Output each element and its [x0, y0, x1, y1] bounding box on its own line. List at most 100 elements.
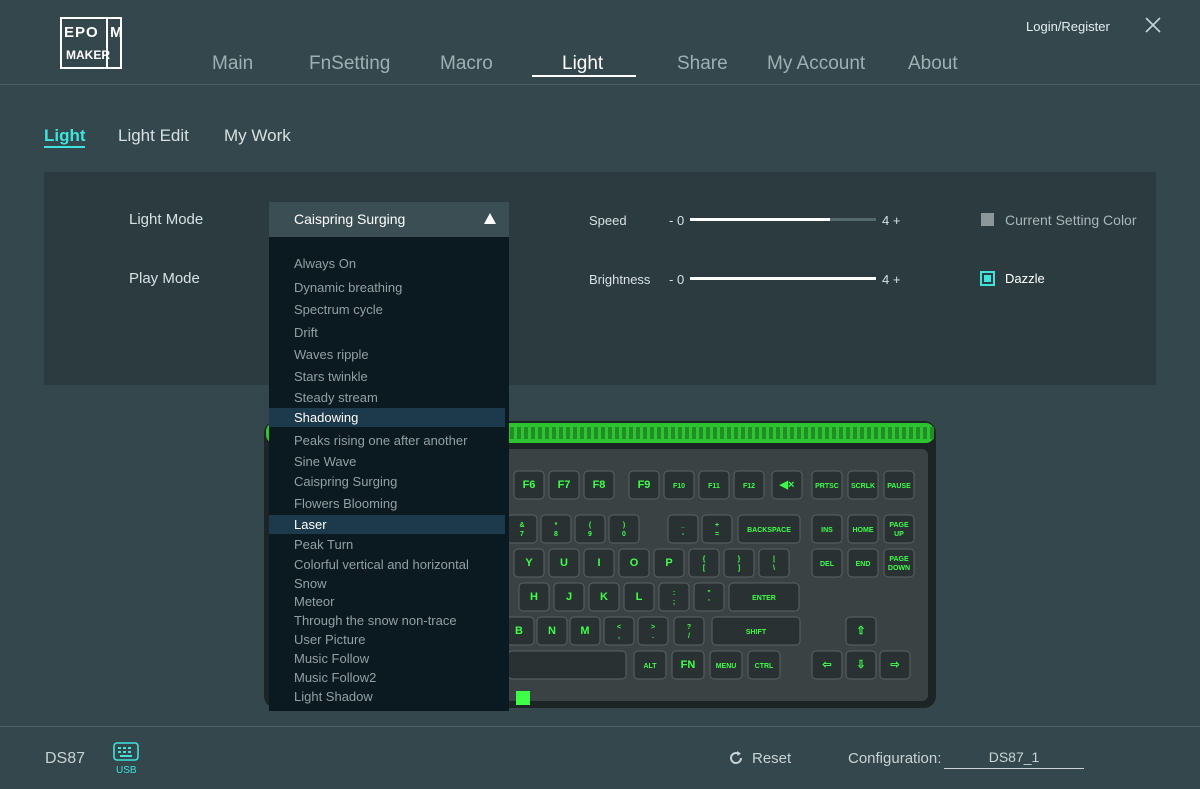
- close-icon[interactable]: [1144, 16, 1162, 34]
- light-mode-option[interactable]: Stars twinkle: [269, 367, 505, 386]
- light-mode-option[interactable]: Caispring Surging: [269, 472, 505, 491]
- light-mode-option[interactable]: Spectrum cycle: [269, 300, 505, 319]
- nav-tab-light[interactable]: Light: [562, 53, 603, 75]
- light-mode-option[interactable]: Through the snow non-trace: [269, 611, 505, 630]
- brightness-increase-button[interactable]: 4 +: [882, 272, 900, 287]
- key-left: ⇦: [811, 650, 843, 680]
- light-mode-option[interactable]: Meteor: [269, 592, 505, 611]
- key-label: ): [623, 522, 625, 529]
- light-bar-led: [776, 427, 780, 439]
- svg-text:MAKER: MAKER: [66, 48, 110, 62]
- subtab-my-work[interactable]: My Work: [224, 126, 291, 146]
- reset-icon[interactable]: [728, 750, 744, 766]
- light-mode-select[interactable]: Caispring Surging: [269, 202, 509, 237]
- light-mode-option[interactable]: Flowers Blooming: [269, 494, 505, 513]
- key-ctrl: CTRL: [747, 650, 781, 680]
- light-mode-option[interactable]: User Picture: [269, 630, 505, 649]
- key-letter: H: [518, 582, 550, 612]
- current-setting-color-label: Current Setting Color: [1005, 212, 1137, 228]
- light-bar-led: [720, 427, 724, 439]
- light-mode-option[interactable]: Laser: [269, 515, 505, 534]
- configuration-select[interactable]: DS87_1: [944, 749, 1084, 769]
- light-mode-option[interactable]: Music Follow2: [269, 668, 505, 687]
- key-label: >: [651, 624, 655, 631]
- key-prtsc: PRTSC: [811, 470, 843, 500]
- light-mode-option[interactable]: Steady stream: [269, 388, 505, 407]
- light-mode-option[interactable]: Drift: [269, 323, 505, 342]
- light-mode-option[interactable]: Peak Turn: [269, 535, 505, 554]
- light-bar-led: [650, 427, 654, 439]
- keyboard-usb-icon[interactable]: [113, 741, 139, 763]
- light-bar-led: [741, 427, 745, 439]
- nav-tab-share[interactable]: Share: [677, 53, 728, 75]
- light-bar-led: [888, 427, 892, 439]
- key-label: |: [773, 556, 775, 563]
- header-divider: [0, 84, 1200, 85]
- light-bar-led: [783, 427, 787, 439]
- key-label: F7: [558, 479, 571, 491]
- key-label: ,: [618, 633, 620, 640]
- key-number: _-: [667, 514, 699, 544]
- light-mode-option[interactable]: Snow: [269, 574, 505, 593]
- key-label: PAGE: [889, 522, 909, 529]
- key-scrlk: SCRLK: [847, 470, 879, 500]
- light-mode-option[interactable]: Light Shadow: [269, 687, 505, 706]
- light-bar-led: [846, 427, 850, 439]
- key-label: ◀×: [779, 479, 795, 491]
- light-mode-option[interactable]: Sine Wave: [269, 452, 505, 471]
- login-register-link[interactable]: Login/Register: [1026, 19, 1110, 34]
- key-fn: FN: [671, 650, 705, 680]
- nav-tab-about[interactable]: About: [908, 53, 958, 75]
- subtab-light-edit[interactable]: Light Edit: [118, 126, 189, 146]
- key-label: 8: [554, 531, 558, 538]
- light-mode-option[interactable]: Always On: [269, 254, 505, 273]
- speed-increase-button[interactable]: 4 +: [882, 213, 900, 228]
- light-bar-led: [643, 427, 647, 439]
- key-label: F6: [523, 479, 536, 491]
- speed-decrease-button[interactable]: - 0: [669, 213, 684, 228]
- key-letter: K: [588, 582, 620, 612]
- speed-slider[interactable]: [690, 218, 876, 221]
- light-bar-led: [790, 427, 794, 439]
- key-label: ⇩: [856, 659, 865, 671]
- key-label: SHIFT: [746, 629, 767, 636]
- key-label: ]: [738, 565, 740, 572]
- key-label: F11: [708, 483, 720, 490]
- brightness-slider[interactable]: [690, 277, 876, 280]
- key-letter: Y: [513, 548, 545, 578]
- device-model: DS87: [45, 750, 86, 767]
- light-mode-option[interactable]: Shadowing: [269, 408, 505, 427]
- light-bar-led: [909, 427, 913, 439]
- light-bar-led: [531, 427, 535, 439]
- nav-tab-macro[interactable]: Macro: [440, 53, 493, 75]
- key-letter: ?/: [673, 616, 705, 646]
- accent-led: [516, 691, 530, 705]
- light-mode-option[interactable]: Peaks rising one after another: [269, 431, 505, 450]
- light-bar-led: [559, 427, 563, 439]
- key-label: MENU: [716, 663, 737, 670]
- dazzle-checkbox[interactable]: [980, 271, 995, 286]
- key-label: N: [548, 625, 556, 637]
- brightness-slider-fill: [690, 277, 876, 280]
- light-bar-led: [573, 427, 577, 439]
- key-label: .: [652, 633, 654, 640]
- current-setting-color-checkbox[interactable]: [981, 213, 994, 226]
- key-number: &7: [506, 514, 538, 544]
- nav-tab-my-account[interactable]: My Account: [767, 53, 865, 75]
- light-mode-option[interactable]: Colorful vertical and horizontal: [269, 555, 505, 574]
- light-mode-option[interactable]: Dynamic breathing: [269, 278, 505, 297]
- light-bar-led: [657, 427, 661, 439]
- light-bar-led: [608, 427, 612, 439]
- light-bar-led: [524, 427, 528, 439]
- reset-button[interactable]: Reset: [752, 750, 791, 767]
- nav-tab-main[interactable]: Main: [212, 53, 253, 75]
- nav-tab-fnsetting[interactable]: FnSetting: [309, 53, 390, 75]
- key-nav: PAGE DOWN: [883, 548, 915, 578]
- subtab-light[interactable]: Light: [44, 126, 86, 146]
- light-bar-led: [580, 427, 584, 439]
- brightness-decrease-button[interactable]: - 0: [669, 272, 684, 287]
- play-mode-label: Play Mode: [129, 270, 200, 287]
- light-mode-option[interactable]: Waves ripple: [269, 345, 505, 364]
- key-label: M: [580, 625, 589, 637]
- light-mode-option[interactable]: Music Follow: [269, 649, 505, 668]
